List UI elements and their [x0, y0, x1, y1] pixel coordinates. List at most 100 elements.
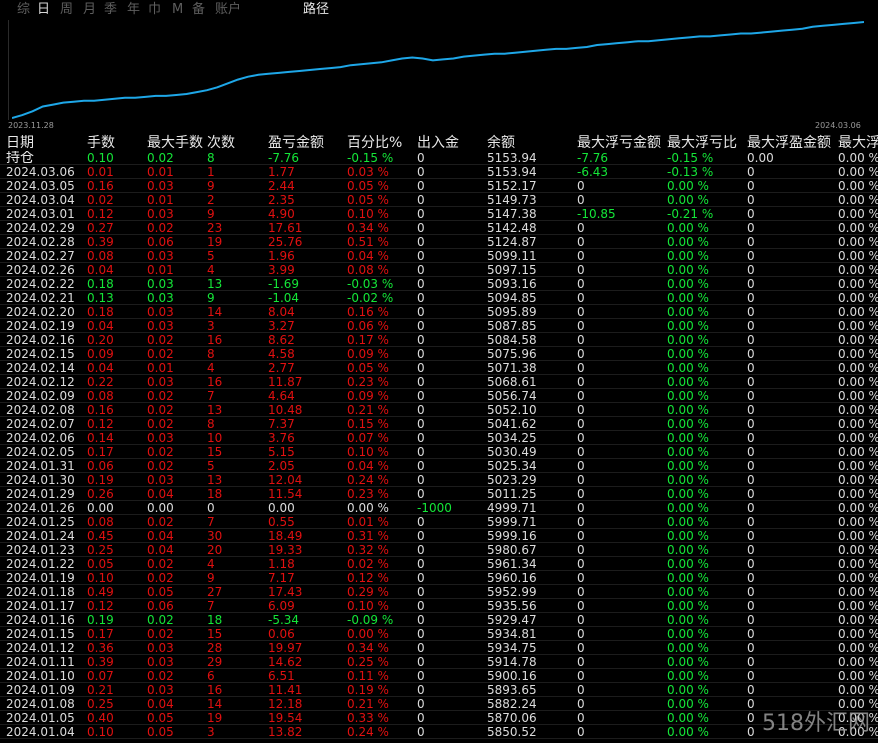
column-header-0[interactable]: 日期	[6, 135, 34, 151]
table-row[interactable]: 2024.02.29 0.27 0.02 23 17.61 0.34 % 0 5142.48 0…	[0, 221, 878, 235]
column-header-10[interactable]: 最大浮盈金额	[747, 135, 831, 151]
table-row[interactable]: 2024.03.05 0.16 0.03 9 2.44 0.05 % 0 5152.17 0 0.…	[0, 179, 878, 193]
table-row[interactable]: 2024.01.17 0.12 0.06 7 6.09 0.10 % 0 5935.56 0 0.…	[0, 599, 878, 613]
table-row[interactable]: 2024.01.31 0.06 0.02 5 2.05 0.04 % 0 5025.34 0 0.…	[0, 459, 878, 473]
table-row[interactable]: 2024.02.22 0.18 0.03 13 -1.69 -0.03 % 0 5093.16…	[0, 277, 878, 291]
table-row[interactable]: 2024.02.20 0.18 0.03 14 8.04 0.16 % 0 5095.89 0 0…	[0, 305, 878, 319]
tab-5[interactable]: 年	[127, 1, 140, 19]
cell-pct: 0.05 %	[347, 361, 389, 375]
column-header-2[interactable]: 最大手数	[147, 135, 203, 151]
table-row[interactable]: 2024.01.05 0.40 0.05 19 19.54 0.33 % 0 5870.06 0…	[0, 711, 878, 725]
cell-balance: 5099.11	[487, 249, 537, 263]
cell-pnl: 1.96	[268, 249, 295, 263]
cell-max_lots: 0.03	[147, 179, 174, 193]
column-header-3[interactable]: 次数	[207, 135, 235, 151]
table-row[interactable]: 2024.01.24 0.45 0.04 30 18.49 0.31 % 0 5999.16 0…	[0, 529, 878, 543]
table-row[interactable]: 2024.01.18 0.49 0.05 27 17.43 0.29 % 0 5952.99 0…	[0, 585, 878, 599]
cell-mfl: 0	[577, 613, 585, 627]
table-row[interactable]: 2024.02.26 0.04 0.01 4 3.99 0.08 % 0 5097.15 0 0.…	[0, 263, 878, 277]
column-header-8[interactable]: 最大浮亏金额	[577, 135, 661, 151]
column-header-9[interactable]: 最大浮亏比	[667, 135, 737, 151]
column-header-5[interactable]: 百分比%	[347, 135, 402, 151]
tab-3[interactable]: 月	[83, 1, 96, 19]
table-row[interactable]: 2024.02.06 0.14 0.03 10 3.76 0.07 % 0 5034.25 0 0…	[0, 431, 878, 445]
table-row[interactable]: 2024.02.15 0.09 0.02 8 4.58 0.09 % 0 5075.96 0 0.…	[0, 347, 878, 361]
table-row[interactable]: 2024.01.04 0.10 0.05 3 13.82 0.24 % 0 5850.52 0 0…	[0, 725, 878, 739]
cell-pct: 0.08 %	[347, 263, 389, 277]
table-row[interactable]: 2024.01.09 0.21 0.03 16 11.41 0.19 % 0 5893.65 0…	[0, 683, 878, 697]
table-row[interactable]: 2024.02.16 0.20 0.02 16 8.62 0.17 % 0 5084.58 0 0…	[0, 333, 878, 347]
table-row[interactable]: 2024.02.05 0.17 0.02 15 5.15 0.10 % 0 5030.49 0 0…	[0, 445, 878, 459]
table-row[interactable]: 2024.01.26 0.00 0.00 0 0.00 0.00 % -1000 4999.7…	[0, 501, 878, 515]
column-header-1[interactable]: 手数	[87, 135, 115, 151]
cell-max_lots: 0.00	[147, 501, 174, 515]
table-row[interactable]: 2024.02.28 0.39 0.06 19 25.76 0.51 % 0 5124.87 0…	[0, 235, 878, 249]
table-row[interactable]: 2024.01.11 0.39 0.03 29 14.62 0.25 % 0 5914.78 0…	[0, 655, 878, 669]
cell-count: 13	[207, 403, 223, 417]
table-row[interactable]: 2024.02.27 0.08 0.03 5 1.96 0.04 % 0 5099.11 0 0.…	[0, 249, 878, 263]
table-row[interactable]: 2024.03.04 0.02 0.01 2 2.35 0.05 % 0 5149.73 0 0.…	[0, 193, 878, 207]
cell-mflp: 0.00 %	[667, 459, 709, 473]
row-divider	[0, 738, 878, 739]
cell-mflp: 0.00 %	[667, 431, 709, 445]
table-row[interactable]: 2024.03.06 0.01 0.01 1 1.77 0.03 % 0 5153.94 -6.…	[0, 165, 878, 179]
table-row[interactable]: 2024.02.07 0.12 0.02 8 7.37 0.15 % 0 5041.62 0 0.…	[0, 417, 878, 431]
tab-8[interactable]: 备	[192, 1, 205, 19]
table-row[interactable]: 2024.01.15 0.17 0.02 15 0.06 0.00 % 0 5934.81 0 0…	[0, 627, 878, 641]
cell-balance: 5056.74	[487, 389, 537, 403]
table-row[interactable]: 2024.01.08 0.25 0.04 14 12.18 0.21 % 0 5882.24 0…	[0, 697, 878, 711]
cell-flow: 0	[417, 221, 425, 235]
table-row[interactable]: 2024.01.10 0.07 0.02 6 6.51 0.11 % 0 5900.16 0 0.…	[0, 669, 878, 683]
cell-pnl: 0.00	[268, 501, 295, 515]
cell-flow: 0	[417, 361, 425, 375]
table-row[interactable]: 2024.02.19 0.04 0.03 3 3.27 0.06 % 0 5087.85 0 0.…	[0, 319, 878, 333]
tab-9[interactable]: 账户	[215, 1, 241, 19]
tab-2[interactable]: 周	[60, 1, 73, 19]
cell-max_lots: 0.06	[147, 599, 174, 613]
cell-max_lots: 0.03	[147, 473, 174, 487]
tab-6[interactable]: 巾	[148, 1, 161, 19]
column-header-6[interactable]: 出入金	[417, 135, 459, 151]
table-row[interactable]: 2024.02.08 0.16 0.02 13 10.48 0.21 % 0 5052.10 0…	[0, 403, 878, 417]
table-row[interactable]: 2024.01.16 0.19 0.02 18 -5.34 -0.09 % 0 5929.47…	[0, 613, 878, 627]
cell-lots: 0.12	[87, 417, 114, 431]
table-row[interactable]: 2024.01.25 0.08 0.02 7 0.55 0.01 % 0 5999.71 0 0.…	[0, 515, 878, 529]
table-row[interactable]: 2024.01.29 0.26 0.04 18 11.54 0.23 % 0 5011.25 0…	[0, 487, 878, 501]
table-row[interactable]: 2024.02.09 0.08 0.02 7 4.64 0.09 % 0 5056.74 0 0.…	[0, 389, 878, 403]
cell-balance: 5980.67	[487, 543, 537, 557]
holding-row[interactable]: 持仓 0.10 0.02 8 -7.76 -0.15 % 0 5153.94 -7.76 -0.1…	[0, 151, 878, 165]
table-row[interactable]: 2024.03.01 0.12 0.03 9 4.90 0.10 % 0 5147.38 -10…	[0, 207, 878, 221]
tab-4[interactable]: 季	[104, 1, 117, 19]
cell-mflp: 0.00 %	[667, 319, 709, 333]
tab-1[interactable]: 日	[37, 1, 50, 19]
table-row[interactable]: 2024.01.23 0.25 0.04 20 19.33 0.32 % 0 5980.67 0…	[0, 543, 878, 557]
cell-mfp: 0	[747, 487, 755, 501]
table-row[interactable]: 2024.02.21 0.13 0.03 9 -1.04 -0.02 % 0 5094.85 0…	[0, 291, 878, 305]
cell-date: 2024.01.26	[6, 501, 75, 515]
table-row[interactable]: 2024.01.22 0.05 0.02 4 1.18 0.02 % 0 5961.34 0 0.…	[0, 557, 878, 571]
cell-mfpp: 0.00 %	[838, 235, 878, 249]
column-header-11[interactable]: 最大浮	[838, 135, 878, 151]
cell-count: 2	[207, 193, 215, 207]
cell-mfpp: 0.00 %	[838, 417, 878, 431]
table-row[interactable]: 2024.01.19 0.10 0.02 9 7.17 0.12 % 0 5960.16 0 0.…	[0, 571, 878, 585]
cell-pct: 0.23 %	[347, 487, 389, 501]
table-row[interactable]: 2024.02.14 0.04 0.01 4 2.77 0.05 % 0 5071.38 0 0.…	[0, 361, 878, 375]
column-header-4[interactable]: 盈亏金额	[268, 135, 324, 151]
cell-balance: 5075.96	[487, 347, 537, 361]
cell-flow: 0	[417, 599, 425, 613]
table-row[interactable]: 2024.01.12 0.36 0.03 28 19.97 0.34 % 0 5934.75 0…	[0, 641, 878, 655]
cell-mfpp: 0.00 %	[838, 389, 878, 403]
table-row[interactable]: 2024.02.12 0.22 0.03 16 11.87 0.23 % 0 5068.61 0…	[0, 375, 878, 389]
cell-count: 16	[207, 333, 223, 347]
cell-pct: 0.09 %	[347, 347, 389, 361]
column-header-7[interactable]: 余额	[487, 135, 515, 151]
cell-mfpp: 0.00 %	[838, 683, 878, 697]
tab-7[interactable]: M	[172, 1, 183, 19]
tab-path[interactable]: 路径	[303, 1, 329, 19]
table-row[interactable]: 2024.01.30 0.19 0.03 13 12.04 0.24 % 0 5023.29 0…	[0, 473, 878, 487]
cell-balance: 5094.85	[487, 291, 537, 305]
tab-0[interactable]: 综	[17, 1, 30, 19]
cell-flow: 0	[417, 417, 425, 431]
cell-mflp: 0.00 %	[667, 627, 709, 641]
